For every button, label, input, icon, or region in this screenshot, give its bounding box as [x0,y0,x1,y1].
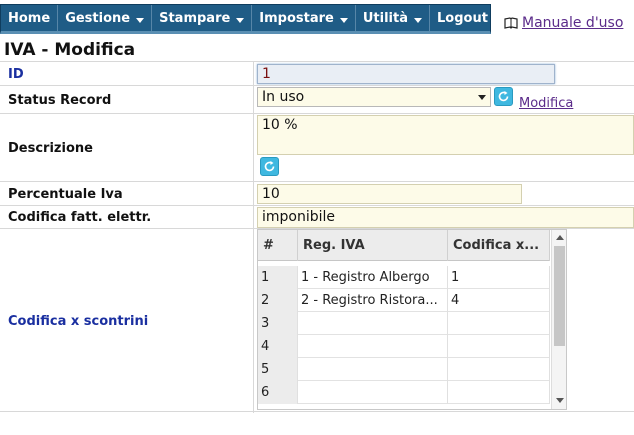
menu-impostare[interactable]: Impostare [252,5,356,31]
grid-cell-reg-iva: 2 - Registro Ristora... [298,289,448,312]
percentuale-field[interactable]: 10 [257,184,522,204]
table-row[interactable]: 11 - Registro Albergo 1 [258,266,550,289]
table-row[interactable]: 4 [258,335,550,358]
grid-cell-reg-iva [298,381,448,404]
grid-cell-codifica: 4 [448,289,550,312]
grid-cell-number: 1 [258,266,298,289]
page-title: IVA - Modifica [4,40,136,60]
menu-gestione[interactable]: Gestione [58,5,153,31]
grid-cell-number: 5 [258,358,298,381]
grid-cell-reg-iva [298,358,448,381]
menu-gestione-label: Gestione [65,10,131,26]
codifica-fatt-field[interactable]: imponibile [257,207,634,228]
manual-link-label: Manuale d'uso [522,15,624,31]
status-select[interactable]: In uso [257,87,491,107]
grid-col-reg-iva[interactable]: Reg. IVA [298,230,448,261]
table-row[interactable]: 5 [258,358,550,381]
grid-col-codifica[interactable]: Codifica x... [448,230,550,261]
table-row[interactable]: 22 - Registro Ristora... 4 [258,289,550,312]
grid-cell-reg-iva [298,312,448,335]
grid-cell-reg-iva [298,335,448,358]
chevron-down-icon [136,17,145,23]
label-codifica-fatt: Codifica fatt. elettr. [2,206,254,229]
row-descrizione: Descrizione 10 % [0,113,634,182]
chevron-down-icon [478,94,486,100]
menu-logout[interactable]: Logout [430,5,495,31]
row-codifica-fatt: Codifica fatt. elettr. imponibile [0,205,634,229]
menu-utilita-label: Utilità [362,10,409,26]
menu-logout-label: Logout [437,10,488,26]
modifica-link[interactable]: Modifica [519,96,573,111]
menu-home-label: Home [8,10,51,26]
chevron-down-icon [339,17,348,23]
grid-cell-reg-iva: 1 - Registro Albergo [298,266,448,289]
label-status: Status Record [2,86,254,114]
grid-cell-number: 4 [258,335,298,358]
grid-cell-codifica [448,335,550,358]
chevron-down-icon [236,17,245,23]
manual-link[interactable]: Manuale d'uso [504,15,623,31]
grid-header: # Reg. IVA Codifica x... [258,230,550,261]
row-status: Status Record In uso Modifica [0,85,634,114]
table-row[interactable]: 6 [258,381,550,404]
label-percentuale: Percentuale Iva [2,182,254,206]
menu-stampare[interactable]: Stampare [152,5,253,31]
id-field[interactable]: 1 [257,64,555,84]
refresh-icon [498,91,509,102]
label-descrizione: Descrizione [2,114,254,182]
refresh-descrizione-button[interactable] [260,157,279,176]
grid-cell-number: 2 [258,289,298,312]
descrizione-textarea[interactable]: 10 % [257,115,634,155]
menu-utilita[interactable]: Utilità [356,5,431,31]
scroll-up-icon[interactable] [556,235,564,240]
grid-col-number[interactable]: # [258,230,298,261]
codifica-grid: # Reg. IVA Codifica x... 11 - Registro A… [257,229,567,410]
label-id: ID [2,62,254,86]
menu-stampare-label: Stampare [159,10,231,26]
grid-scrollbar[interactable] [551,230,566,409]
row-percentuale: Percentuale Iva 10 [0,181,634,206]
grid-cell-codifica [448,381,550,404]
grid-cell-codifica: 1 [448,266,550,289]
grid-cell-codifica [448,358,550,381]
grid-cell-codifica [448,312,550,335]
table-row[interactable]: 3 [258,312,550,335]
refresh-status-button[interactable] [494,87,513,106]
menu-impostare-label: Impostare [259,10,334,26]
scroll-thumb[interactable] [554,246,565,346]
menu-home[interactable]: Home [1,5,59,31]
book-icon [504,17,518,29]
scroll-down-icon[interactable] [556,398,564,403]
label-codifica-scontrini: Codifica x scontrini [2,229,254,413]
status-select-value: In uso [262,89,305,105]
chevron-down-icon [414,17,423,23]
grid-cell-number: 6 [258,381,298,404]
grid-cell-number: 3 [258,312,298,335]
main-menu-bar: Home Gestione Stampare Impostare Utilità… [0,4,491,34]
refresh-icon [264,161,275,172]
row-id: ID 1 [0,61,634,86]
